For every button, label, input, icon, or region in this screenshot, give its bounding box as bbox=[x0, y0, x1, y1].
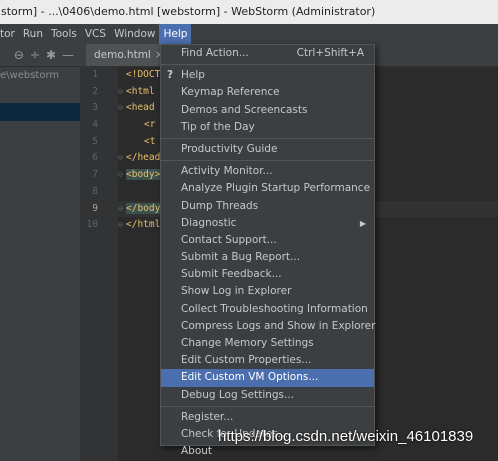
line-number: 6 bbox=[92, 152, 98, 164]
line-number: 10 bbox=[86, 219, 98, 231]
menu-item-debug-log-settings[interactable]: Debug Log Settings... bbox=[161, 387, 374, 404]
menu-item-tip-of-the-day[interactable]: Tip of the Day bbox=[161, 119, 374, 136]
menu-item-dump-threads[interactable]: Dump Threads bbox=[161, 198, 374, 215]
menu-item-contact-support[interactable]: Contact Support... bbox=[161, 232, 374, 249]
fold-icon[interactable]: ⊖ bbox=[118, 201, 123, 218]
line-number: 4 bbox=[92, 119, 98, 131]
menu-item-productivity-guide[interactable]: Productivity Guide bbox=[161, 141, 374, 158]
menu-item-activity-monitor[interactable]: Activity Monitor... bbox=[161, 163, 374, 180]
project-tool-window: ⊖ ÷ ✱ — e\webstorm bbox=[0, 44, 80, 461]
menu-item-analyze-plugin-startup[interactable]: Analyze Plugin Startup Performance bbox=[161, 180, 374, 197]
fold-icon[interactable]: ⊖ bbox=[118, 167, 123, 184]
menu-help[interactable]: Help bbox=[159, 24, 192, 44]
gear-icon[interactable]: ✱ bbox=[46, 48, 56, 62]
line-number: 2 bbox=[92, 85, 98, 97]
tree-row-selected[interactable] bbox=[0, 103, 80, 121]
menu-window[interactable]: Window bbox=[110, 24, 159, 44]
line-number: 7 bbox=[92, 169, 98, 181]
menu-item-demos[interactable]: Demos and Screencasts bbox=[161, 102, 374, 119]
collapse-all-icon[interactable]: ÷ bbox=[30, 48, 40, 62]
tab-label: demo.html bbox=[94, 49, 151, 61]
menu-item-diagnostic[interactable]: Diagnostic ▶ bbox=[161, 215, 374, 232]
menu-item-show-log[interactable]: Show Log in Explorer bbox=[161, 283, 374, 300]
line-number: 9 bbox=[92, 202, 98, 214]
tree-row[interactable] bbox=[0, 85, 80, 103]
menu-item-collect-troubleshooting[interactable]: Collect Troubleshooting Information bbox=[161, 301, 374, 318]
line-number: 5 bbox=[92, 135, 98, 147]
menu-item-submit-feedback[interactable]: Submit Feedback... bbox=[161, 266, 374, 283]
menu-item-edit-custom-properties[interactable]: Edit Custom Properties... bbox=[161, 352, 374, 369]
menu-run[interactable]: Run bbox=[19, 24, 47, 44]
fold-icon[interactable]: ⊖ bbox=[118, 84, 123, 101]
line-number: 3 bbox=[92, 102, 98, 114]
hide-icon[interactable]: — bbox=[62, 48, 74, 62]
locate-icon[interactable]: ⊖ bbox=[14, 48, 24, 62]
menu-item-about[interactable]: About bbox=[161, 443, 374, 460]
tool-window-header: ⊖ ÷ ✱ — bbox=[0, 44, 80, 67]
menu-item-register[interactable]: Register... bbox=[161, 409, 374, 426]
menu-item-find-action[interactable]: Find Action... Ctrl+Shift+A bbox=[161, 45, 374, 62]
watermark-text: https://blog.csdn.net/weixin_46101839 bbox=[218, 428, 474, 445]
window-title: storm] - ...\0406\demo.html [webstorm] -… bbox=[1, 5, 376, 18]
menu-separator bbox=[161, 137, 374, 139]
submenu-arrow-icon: ▶ bbox=[359, 218, 366, 228]
menu-item-submit-bug-report[interactable]: Submit a Bug Report... bbox=[161, 249, 374, 266]
menu-separator bbox=[161, 160, 374, 162]
menu-tools[interactable]: Tools bbox=[47, 24, 81, 44]
menu-separator bbox=[161, 405, 374, 407]
menu-item-keymap-reference[interactable]: Keymap Reference bbox=[161, 84, 374, 101]
help-menu-dropdown: Find Action... Ctrl+Shift+A ? Help Keyma… bbox=[160, 44, 375, 457]
main-menu-bar: tor Run Tools VCS Window Help bbox=[0, 24, 498, 44]
help-icon: ? bbox=[167, 69, 174, 82]
menu-item-change-memory[interactable]: Change Memory Settings bbox=[161, 335, 374, 352]
line-number: 8 bbox=[92, 185, 98, 197]
tab-demo-html[interactable]: demo.html × bbox=[86, 44, 164, 66]
menu-vcs[interactable]: VCS bbox=[81, 24, 110, 44]
menu-separator bbox=[161, 64, 374, 66]
window-title-bar: storm] - ...\0406\demo.html [webstorm] -… bbox=[0, 0, 498, 24]
menu-item-edit-custom-vm-options[interactable]: Edit Custom VM Options... bbox=[161, 369, 374, 387]
fold-icon[interactable]: ⊖ bbox=[118, 150, 123, 167]
line-number-gutter: 1 2 3 4 5 6 7 8 9 10 bbox=[80, 67, 118, 461]
shortcut-label: Ctrl+Shift+A bbox=[296, 47, 364, 59]
fold-icon[interactable]: ⊖ bbox=[118, 217, 123, 234]
menu-item-compress-logs[interactable]: Compress Logs and Show in Explorer bbox=[161, 318, 375, 335]
menu-editor[interactable]: tor bbox=[0, 24, 19, 44]
line-number: 1 bbox=[92, 69, 98, 80]
menu-item-help[interactable]: ? Help bbox=[161, 67, 374, 84]
project-path[interactable]: e\webstorm bbox=[0, 67, 80, 85]
fold-icon[interactable]: ⊖ bbox=[118, 100, 123, 117]
